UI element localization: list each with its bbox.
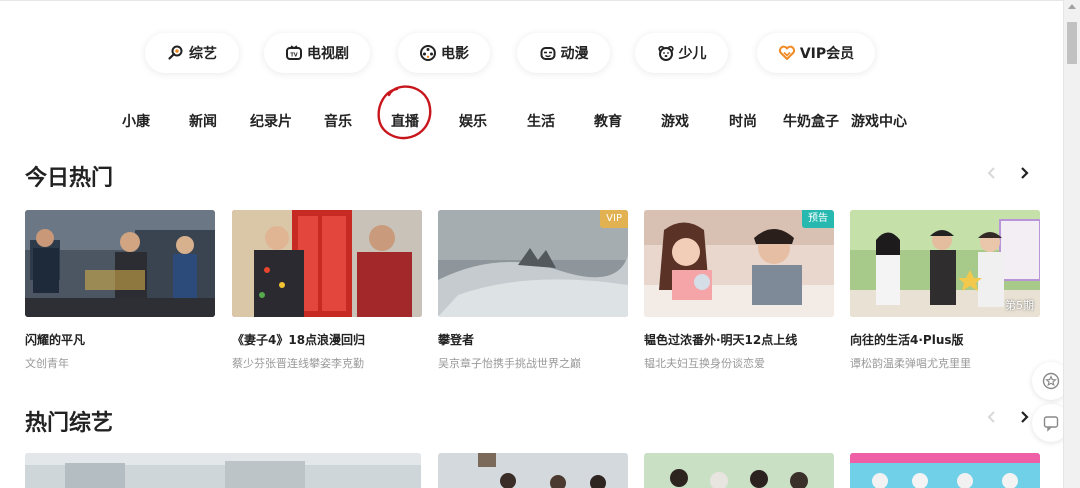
hot-variety-prev-arrow[interactable] [982,407,1002,427]
section-title-today-hot: 今日热门 [25,166,114,191]
variety-thumbnail-large[interactable] [25,453,421,488]
video-thumbnail [232,210,422,317]
video-title[interactable]: 《妻子4》18点浪漫回归 [232,331,422,348]
category-movie[interactable]: 电影 [398,33,490,73]
category-variety[interactable]: 综艺 [145,33,239,73]
hot-variety-next-arrow[interactable] [1014,407,1034,427]
vip-heart-icon [778,44,796,62]
video-subtitle: 韫北夫妇互换身份谈恋爱 [644,357,765,370]
subnav-item-fashion[interactable]: 时尚 [729,111,757,131]
category-tv-series[interactable]: TV 电视剧 [264,33,370,73]
svg-text:TV: TV [290,53,297,59]
variety-thumbnail[interactable] [438,453,628,488]
subnav-item-education[interactable]: 教育 [594,111,622,131]
tv-icon: TV [285,44,303,62]
category-label: 少儿 [678,46,707,62]
video-thumbnail [25,210,215,317]
today-hot-next-arrow[interactable] [1014,163,1034,183]
chevron-right-icon [1021,411,1029,423]
today-hot-prev-arrow[interactable] [982,163,1002,183]
category-label: VIP会员 [799,46,855,62]
video-subtitle: 文创青年 [25,357,69,370]
chat-bubble-icon [1043,416,1059,432]
video-card[interactable]: VIP 攀登者 吴京章子怡携手挑战世界之巅 [438,210,628,371]
subnav-item-game-center[interactable]: 游戏中心 [851,111,907,131]
episode-label: 第5期 [1005,299,1034,312]
subnav-item-documentary[interactable]: 纪录片 [250,111,292,131]
film-reel-icon [419,44,437,62]
video-thumbnail: VIP [438,210,628,317]
video-title[interactable]: 向往的生活4·Plus版 [850,331,1040,348]
category-label: 电影 [441,46,469,62]
scroll-up-arrow-icon[interactable] [1068,4,1076,9]
category-label: 动漫 [560,46,589,62]
subnav-item-milk-box[interactable]: 牛奶盒子 [783,111,839,131]
vip-badge: VIP [600,210,628,228]
bear-icon [657,44,675,62]
anime-face-icon [539,44,557,62]
chevron-left-icon [987,411,995,423]
video-thumbnail: 预告 [644,210,834,317]
scroll-thumb[interactable] [1067,22,1077,64]
category-pill-row: 综艺 TV 电视剧 电影 动漫 少儿 VIP会员 [145,33,875,73]
preview-badge: 预告 [802,210,834,228]
sub-navigation: 小康 新闻 纪录片 音乐 直播 娱乐 生活 教育 游戏 时尚 牛奶盒子 游戏中心 [0,108,1060,134]
category-kids[interactable]: 少儿 [635,33,728,73]
subnav-item-xiaokang[interactable]: 小康 [122,111,150,131]
video-card[interactable]: 第5期 向往的生活4·Plus版 谭松韵温柔弹唱尤克里里 [850,210,1040,371]
video-card[interactable]: 《妻子4》18点浪漫回归 蔡少芬张晋连线攀姿李克勤 [232,210,422,371]
vertical-scrollbar[interactable] [1063,0,1080,488]
star-badge-icon [1042,372,1060,390]
category-vip-member[interactable]: VIP会员 [757,33,875,73]
category-label: 综艺 [189,46,217,62]
search-icon [167,44,185,62]
video-card[interactable]: 预告 韫色过浓番外·明天12点上线 韫北夫妇互换身份谈恋爱 [644,210,834,371]
video-thumbnail: 第5期 [850,210,1040,317]
category-anime[interactable]: 动漫 [517,33,610,73]
section-title-hot-variety: 热门综艺 [25,411,114,436]
variety-thumbnail[interactable] [850,453,1040,488]
video-card[interactable]: 闪耀的平凡 文创青年 [25,210,215,371]
subnav-item-live[interactable]: 直播 [391,111,419,131]
subnav-item-life[interactable]: 生活 [527,111,555,131]
video-title[interactable]: 攀登者 [438,331,628,348]
top-divider [0,0,1080,1]
subnav-item-entertainment[interactable]: 娱乐 [459,111,487,131]
video-title[interactable]: 闪耀的平凡 [25,331,215,348]
subnav-item-music[interactable]: 音乐 [324,111,352,131]
video-subtitle: 吴京章子怡携手挑战世界之巅 [438,357,581,370]
variety-thumbnail[interactable] [644,453,834,488]
video-subtitle: 谭松韵温柔弹唱尤克里里 [850,357,971,370]
video-subtitle: 蔡少芬张晋连线攀姿李克勤 [232,357,364,370]
chevron-left-icon [987,167,995,179]
category-label: 电视剧 [307,46,349,62]
video-title[interactable]: 韫色过浓番外·明天12点上线 [644,331,834,348]
chevron-right-icon [1021,167,1029,179]
subnav-item-games[interactable]: 游戏 [661,111,689,131]
subnav-item-news[interactable]: 新闻 [189,111,217,131]
